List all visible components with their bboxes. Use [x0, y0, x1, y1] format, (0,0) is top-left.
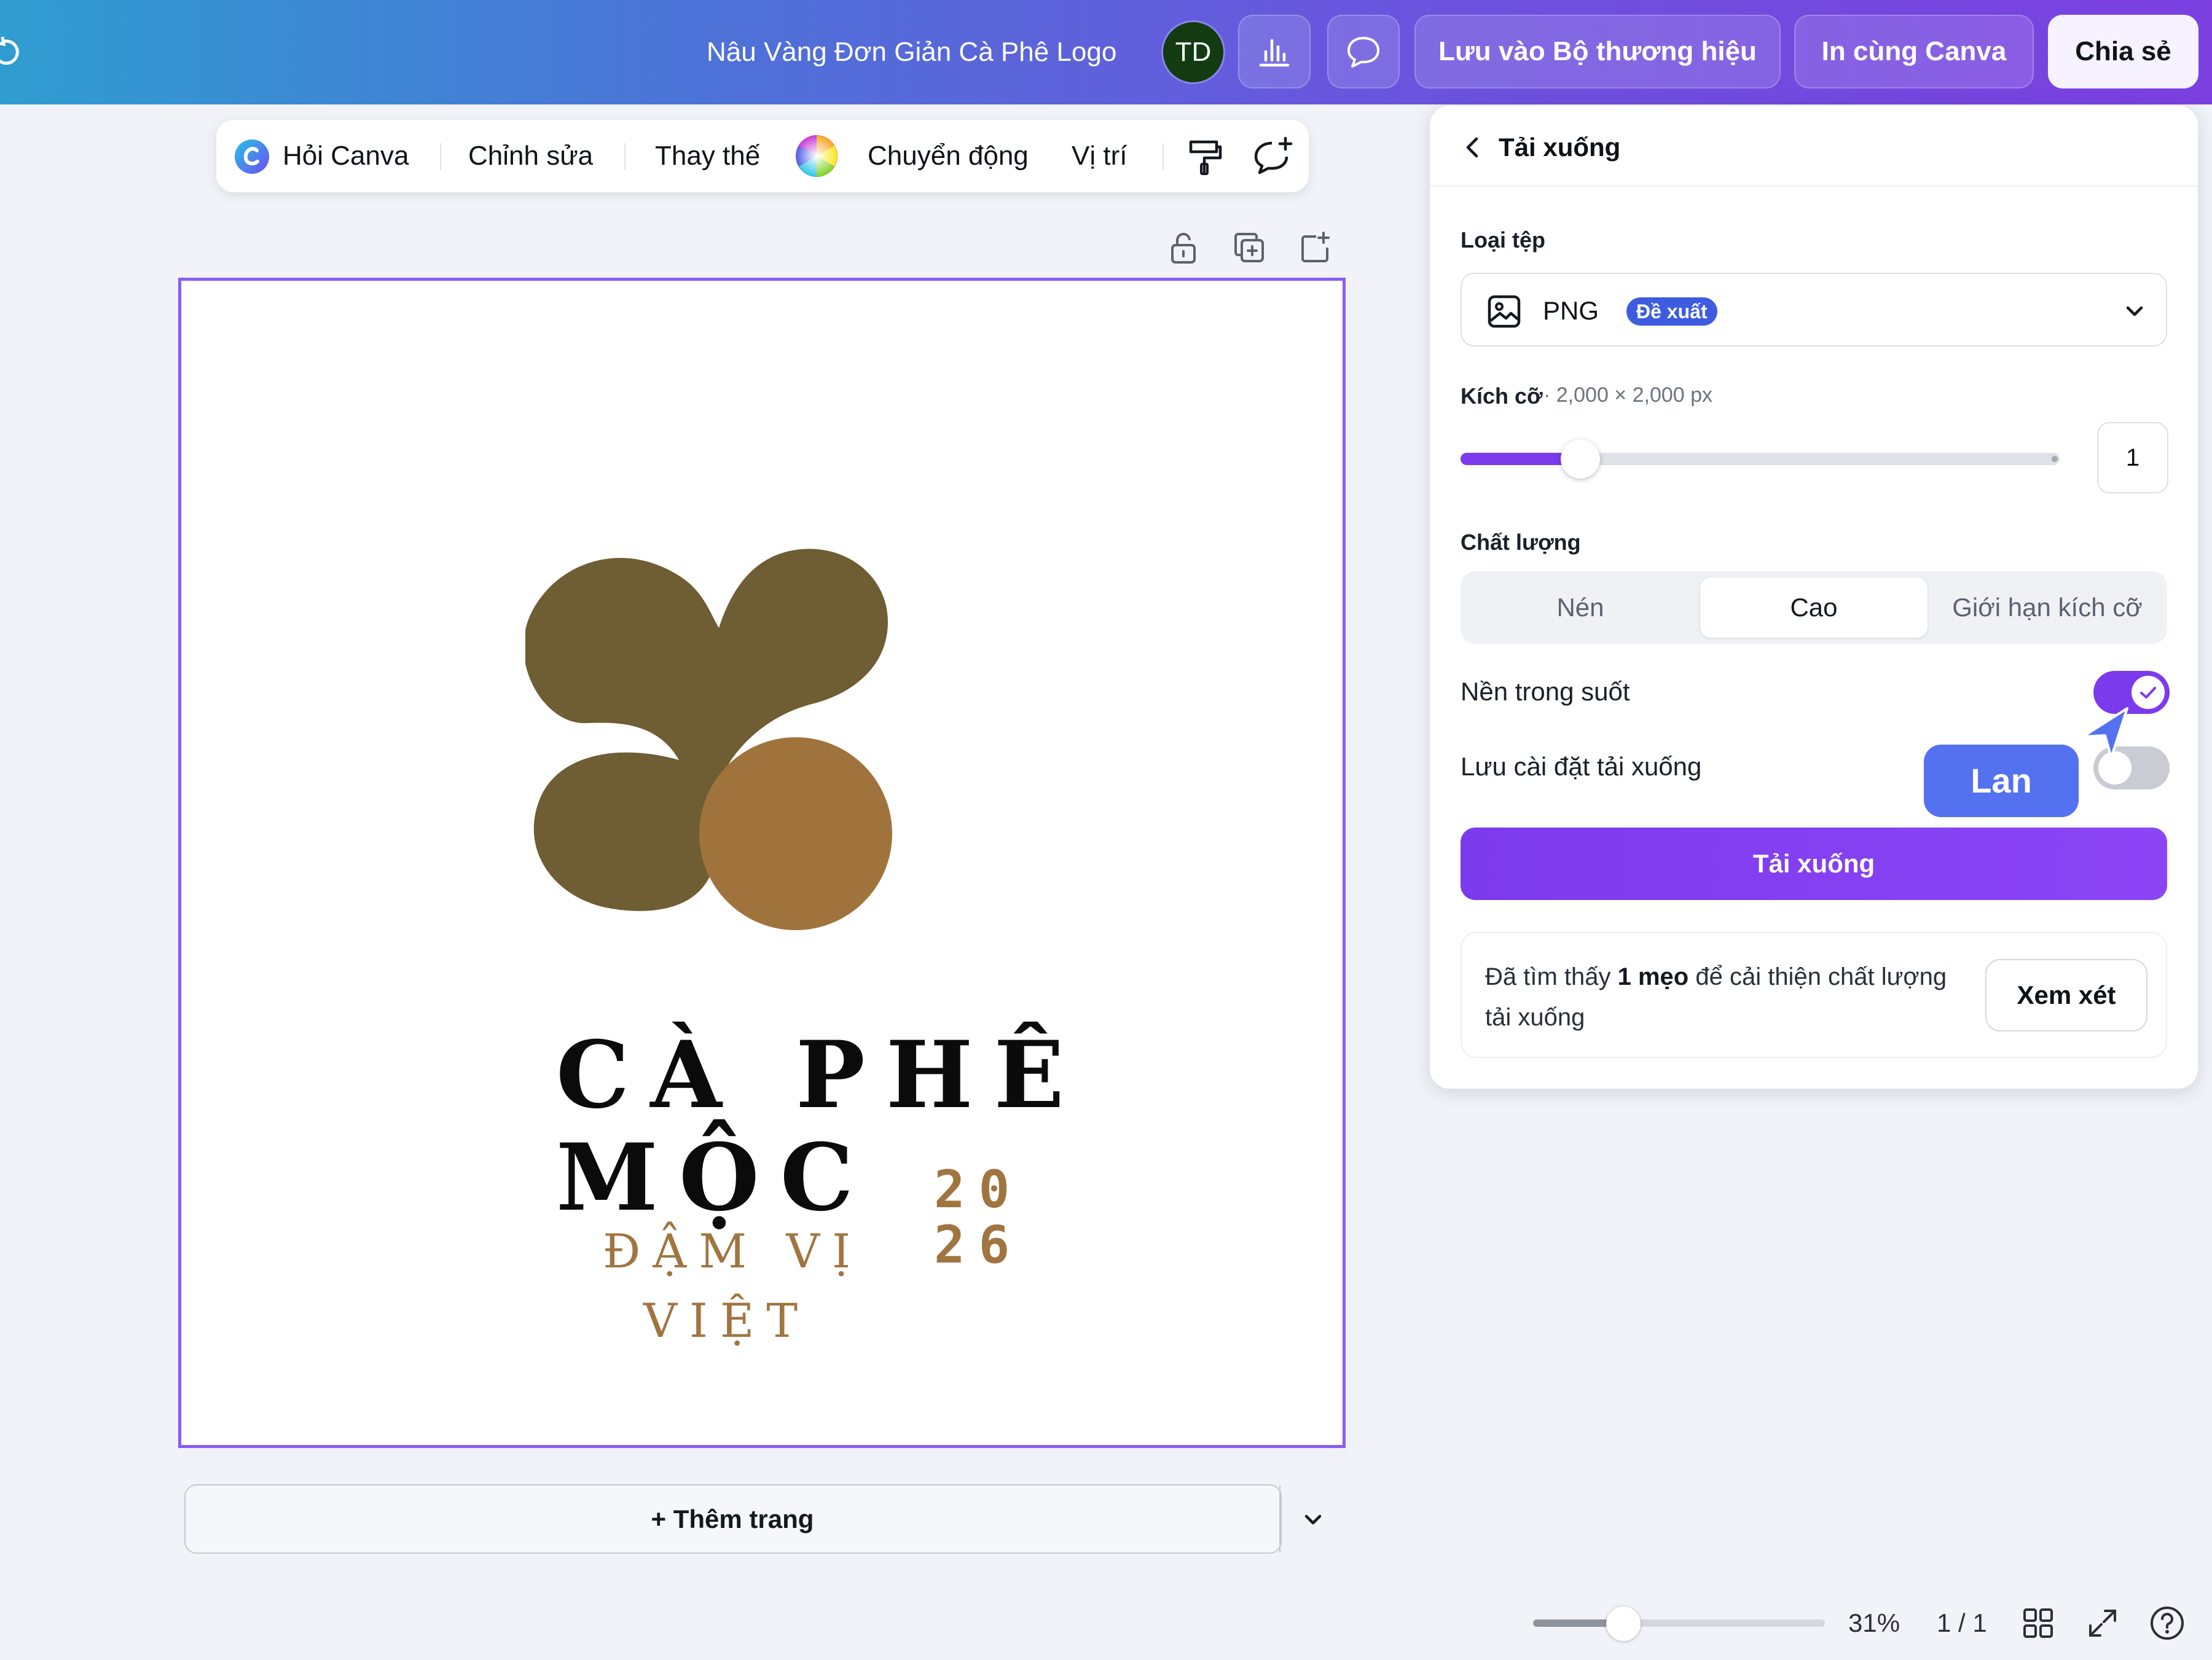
canva-ai-icon[interactable]: [233, 138, 270, 175]
fullscreen-icon[interactable]: [2084, 1605, 2121, 1642]
add-page-divider: [1279, 1486, 1281, 1552]
quality-tip-text: Đã tìm thấy 1 mẹo để cải thiện chất lượn…: [1485, 963, 1947, 1031]
print-with-canva-button[interactable]: In cùng Canva: [1794, 15, 2034, 88]
replace-button[interactable]: Thay thế: [655, 120, 760, 192]
insights-button[interactable]: [1238, 15, 1311, 88]
quality-option-compressed[interactable]: Nén: [1467, 577, 1694, 638]
element-toolbar: Hỏi Canva Chỉnh sửa Thay thế Chuyển động…: [216, 120, 1309, 192]
file-type-value: PNG: [1543, 296, 1599, 325]
toolbar-divider: [624, 143, 626, 170]
save-to-brand-kit-button[interactable]: Lưu vào Bộ thương hiệu: [1414, 15, 1781, 88]
review-button[interactable]: Xem xét: [1985, 959, 2147, 1032]
quality-label: Chất lượng: [1461, 530, 1581, 555]
color-wheel-icon[interactable]: [794, 133, 839, 179]
zoom-level[interactable]: 31%: [1848, 1605, 1900, 1642]
panel-title: Tải xuống: [1499, 133, 1621, 162]
document-title[interactable]: Nâu Vàng Đơn Giản Cà Phê Logo: [707, 31, 1116, 74]
edit-button[interactable]: Chỉnh sửa: [468, 120, 593, 192]
help-icon[interactable]: [2149, 1605, 2186, 1642]
top-bar: Nâu Vàng Đơn Giản Cà Phê Logo TD Lưu vào…: [0, 0, 2212, 104]
size-multiplier-input[interactable]: 1: [2097, 422, 2168, 493]
quality-option-size-limit[interactable]: Giới hạn kích cỡ: [1934, 577, 2161, 638]
comments-button[interactable]: [1327, 15, 1400, 88]
ask-canva-button[interactable]: Hỏi Canva: [283, 120, 409, 192]
comment-icon: [1345, 33, 1382, 70]
design-page[interactable]: CÀ PHÊ MỘC ĐẬM VỊ VIỆT 20 26: [178, 278, 1346, 1448]
undo-icon[interactable]: [0, 36, 25, 70]
download-button[interactable]: Tải xuống: [1461, 828, 2167, 900]
page-counter[interactable]: 1 / 1: [1937, 1605, 1987, 1642]
size-slider-handle[interactable]: [1561, 439, 1600, 479]
size-slider-end-dot: [2052, 456, 2058, 462]
zoom-slider[interactable]: [1533, 1619, 1825, 1627]
zoom-slider-handle[interactable]: [1606, 1607, 1641, 1641]
brand-line-2[interactable]: MỘC: [556, 1124, 874, 1232]
quality-tip-card: Đã tìm thấy 1 mẹo để cải thiện chất lượn…: [1461, 932, 2167, 1058]
chevron-down-icon[interactable]: [1298, 1504, 1328, 1535]
quality-segmented-control: Nén Cao Giới hạn kích cỡ: [1461, 571, 2167, 644]
tagline-line-1[interactable]: ĐẬM VỊ: [603, 1224, 863, 1278]
lock-icon[interactable]: [1166, 230, 1201, 265]
panel-header: Tải xuống: [1430, 106, 2198, 187]
back-arrow-icon[interactable]: [1461, 135, 1485, 160]
add-comment-icon[interactable]: [1251, 136, 1293, 176]
add-page-button[interactable]: + Thêm trang: [186, 1486, 1279, 1552]
chevron-down-icon: [2120, 297, 2149, 326]
format-painter-icon[interactable]: [1186, 137, 1224, 175]
coffee-logo-mark[interactable]: [525, 514, 980, 969]
share-button[interactable]: Chia sẻ: [2048, 15, 2198, 88]
file-type-label: Loại tệp: [1461, 227, 1546, 253]
toggle-knob: [2132, 676, 2165, 709]
size-slider[interactable]: [1461, 453, 2060, 465]
year-top[interactable]: 20: [934, 1159, 1023, 1220]
file-type-select[interactable]: PNG Đề xuất: [1461, 273, 2167, 346]
size-label: Kích cỡ: [1461, 383, 1543, 409]
animate-button[interactable]: Chuyển động: [868, 120, 1029, 192]
toolbar-divider: [1163, 143, 1164, 170]
logo-light-circle: [699, 737, 892, 930]
avatar[interactable]: TD: [1163, 22, 1223, 82]
brand-line-1[interactable]: CÀ PHÊ: [556, 1021, 1085, 1129]
grid-view-icon[interactable]: [2020, 1605, 2057, 1642]
toolbar-divider: [440, 143, 441, 170]
collaborator-cursor-icon: [2078, 705, 2133, 760]
download-panel: Tải xuống Loại tệp PNG Đề xuất Kích cỡ ·…: [1430, 106, 2198, 1089]
duplicate-icon[interactable]: [1232, 230, 1266, 265]
save-download-settings-label: Lưu cài đặt tải xuống: [1461, 752, 1702, 781]
add-page-bar: + Thêm trang: [184, 1484, 1322, 1554]
insights-icon: [1256, 33, 1293, 70]
recommended-badge: Đề xuất: [1626, 297, 1717, 326]
size-dimensions: · 2,000 × 2,000 px: [1543, 383, 1713, 407]
image-file-icon: [1486, 294, 1522, 329]
add-page-icon[interactable]: [1298, 230, 1332, 265]
collaborator-name-tag: Lan: [1924, 745, 2079, 817]
quality-option-high[interactable]: Cao: [1700, 577, 1928, 638]
transparent-background-label: Nền trong suốt: [1461, 677, 1630, 706]
position-button[interactable]: Vị trí: [1072, 120, 1127, 192]
year-bottom[interactable]: 26: [934, 1215, 1023, 1275]
tagline-line-2[interactable]: VIỆT: [643, 1293, 810, 1348]
